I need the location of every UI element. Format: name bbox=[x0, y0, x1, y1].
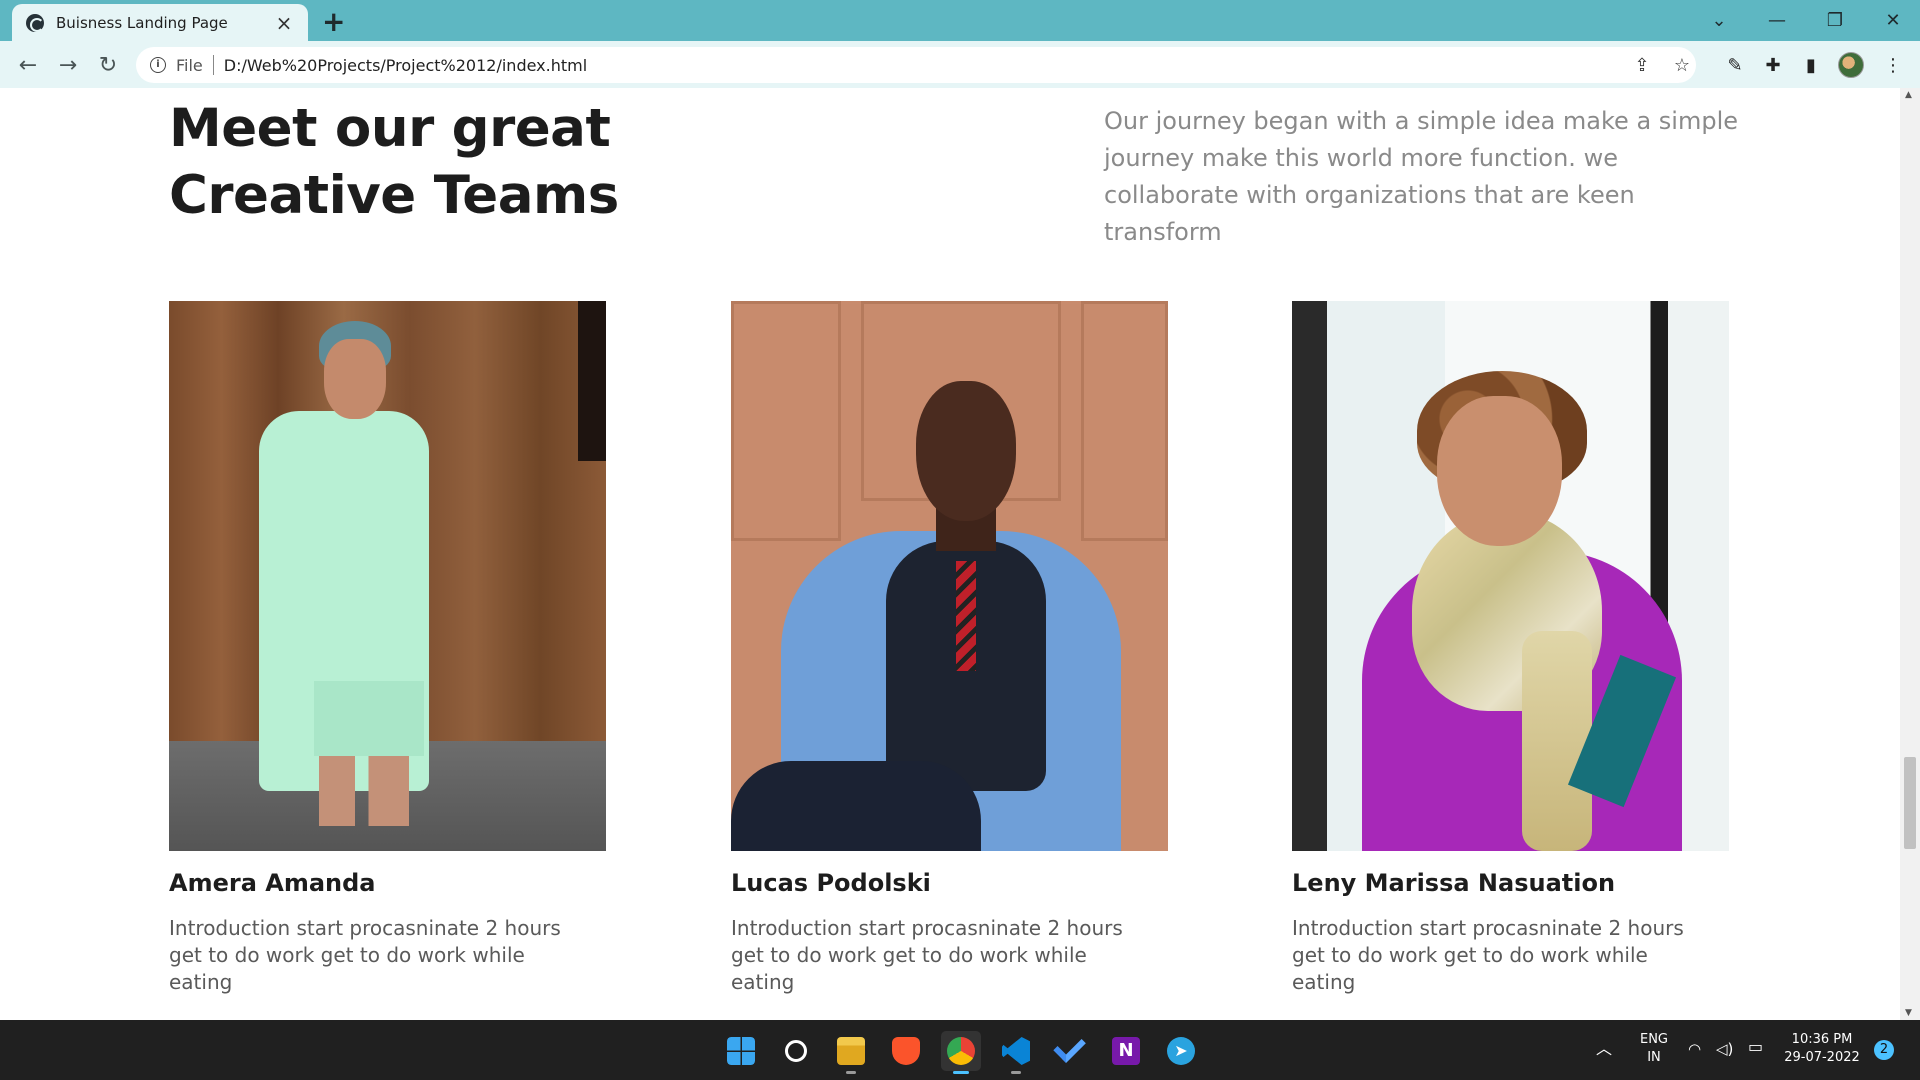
share-icon[interactable]: ⇪ bbox=[1630, 53, 1654, 77]
clock-time: 10:36 PM bbox=[1791, 1032, 1853, 1047]
battery-icon[interactable]: ▭ bbox=[1748, 1038, 1763, 1056]
section-lead-text: Our journey began with a simple idea mak… bbox=[1104, 107, 1739, 246]
chrome-icon[interactable] bbox=[941, 1031, 981, 1074]
tab-search-icon[interactable]: ⌄ bbox=[1694, 4, 1744, 36]
back-icon[interactable]: ← bbox=[12, 50, 44, 80]
extension-icon[interactable]: ✎ bbox=[1722, 52, 1748, 78]
team-member-photo bbox=[169, 301, 606, 851]
team-member-photo bbox=[1292, 301, 1729, 851]
url-separator bbox=[212, 55, 214, 75]
heading-line-1: Meet our great bbox=[169, 98, 611, 159]
team-member-name: Lucas Podolski bbox=[731, 869, 931, 897]
close-tab-icon[interactable]: × bbox=[272, 13, 296, 33]
site-info-icon[interactable]: i bbox=[150, 57, 166, 73]
restore-button[interactable]: ❐ bbox=[1810, 4, 1860, 36]
language-label: ENG bbox=[1639, 1032, 1668, 1047]
language-indicator[interactable]: ENG IN bbox=[1634, 1031, 1674, 1067]
extensions-puzzle-icon[interactable]: ✚ bbox=[1760, 52, 1786, 78]
wifi-icon[interactable]: ◠ bbox=[1688, 1040, 1701, 1058]
forward-icon[interactable]: → bbox=[52, 50, 84, 80]
team-card: Amera Amanda Introduction start procasni… bbox=[169, 301, 606, 996]
browser-tab[interactable]: Buisness Landing Page × bbox=[12, 4, 308, 41]
file-explorer-icon[interactable] bbox=[831, 1031, 871, 1074]
section-heading: Meet our great Creative Teams bbox=[169, 95, 619, 229]
brave-icon[interactable] bbox=[886, 1031, 926, 1071]
profile-avatar[interactable] bbox=[1838, 52, 1864, 78]
windows-start-icon[interactable] bbox=[721, 1031, 761, 1071]
url-text[interactable]: D:/Web%20Projects/Project%2012/index.htm… bbox=[224, 56, 587, 75]
team-card: Lucas Podolski Introduction start procas… bbox=[731, 301, 1168, 996]
region-label: IN bbox=[1647, 1050, 1661, 1065]
side-panel-icon[interactable]: ▮ bbox=[1798, 52, 1824, 78]
url-scheme: File bbox=[176, 55, 203, 75]
new-tab-button[interactable]: + bbox=[322, 8, 345, 36]
page-viewport: Meet our great Creative Teams Our journe… bbox=[0, 88, 1920, 1020]
bookmark-star-icon[interactable]: ☆ bbox=[1670, 53, 1694, 77]
team-member-name: Leny Marissa Nasuation bbox=[1292, 869, 1616, 897]
clock-date: 29-07-2022 bbox=[1784, 1050, 1860, 1065]
onenote-icon[interactable]: N bbox=[1106, 1031, 1146, 1071]
scroll-up-icon[interactable]: ▲ bbox=[1905, 90, 1912, 100]
notification-badge[interactable]: 2 bbox=[1874, 1040, 1894, 1060]
minimize-button[interactable]: — bbox=[1752, 4, 1802, 36]
telegram-icon[interactable]: ➤ bbox=[1161, 1031, 1201, 1071]
team-member-photo bbox=[731, 301, 1168, 851]
browser-menu-icon[interactable]: ⋮ bbox=[1880, 52, 1906, 78]
show-hidden-icons-icon[interactable]: ︿ bbox=[1596, 1040, 1612, 1058]
clock[interactable]: 10:36 PM 29-07-2022 bbox=[1780, 1031, 1864, 1067]
search-icon[interactable] bbox=[776, 1031, 816, 1071]
tab-title: Buisness Landing Page bbox=[56, 13, 228, 32]
scrollbar-thumb[interactable] bbox=[1904, 757, 1916, 849]
volume-icon[interactable]: ◁) bbox=[1716, 1040, 1733, 1058]
page-favicon-icon bbox=[26, 13, 44, 32]
team-member-name: Amera Amanda bbox=[169, 869, 376, 897]
team-card: Leny Marissa Nasuation Introduction star… bbox=[1292, 301, 1729, 996]
close-window-button[interactable]: ✕ bbox=[1868, 4, 1918, 36]
scroll-down-icon[interactable]: ▼ bbox=[1905, 1008, 1912, 1018]
vscode-icon[interactable] bbox=[996, 1031, 1036, 1074]
team-member-description: Introduction start procasninate 2 hours … bbox=[731, 916, 1123, 994]
reload-icon[interactable]: ↻ bbox=[92, 50, 124, 80]
address-bar[interactable]: i File D:/Web%20Projects/Project%2012/in… bbox=[136, 47, 1696, 83]
heading-line-2: Creative Teams bbox=[169, 165, 619, 226]
team-member-description: Introduction start procasninate 2 hours … bbox=[169, 916, 561, 994]
page-scrollbar[interactable]: ▲ ▼ bbox=[1900, 88, 1920, 1020]
todo-icon[interactable] bbox=[1051, 1030, 1091, 1071]
team-member-description: Introduction start procasninate 2 hours … bbox=[1292, 916, 1684, 994]
